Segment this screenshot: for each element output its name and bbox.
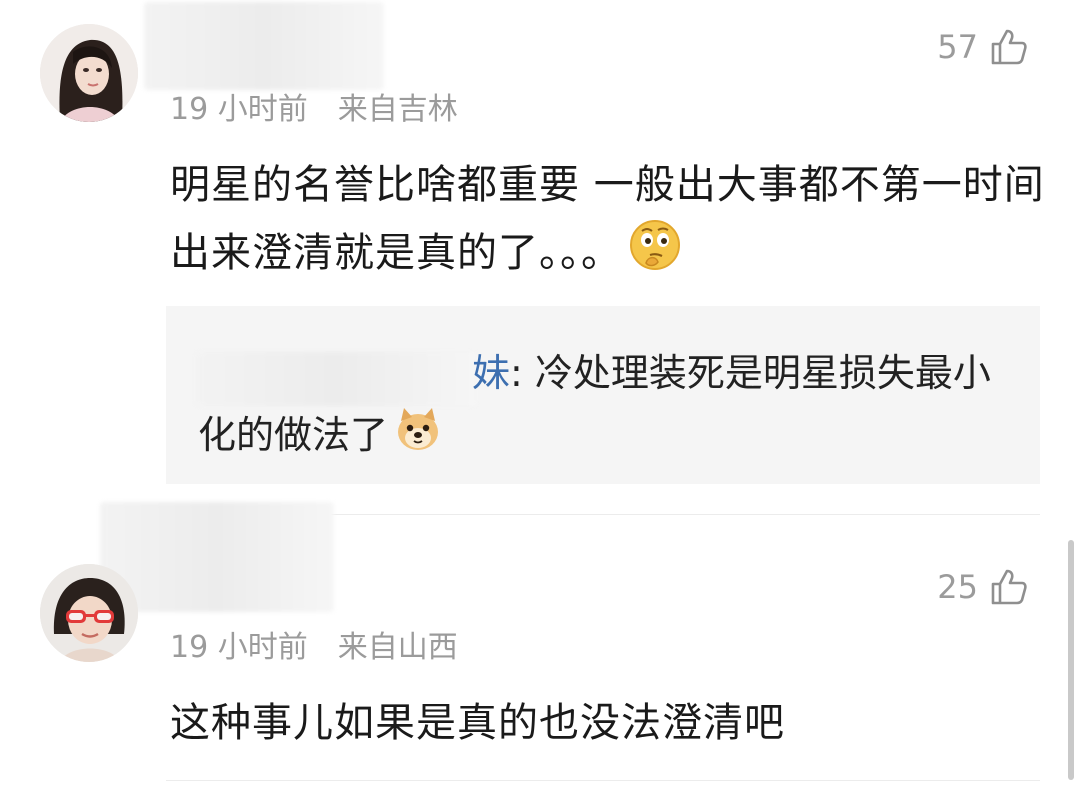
reply-box[interactable]: 妹: 冷处理装死是明星损失最小化的做法了 (166, 306, 1040, 484)
comment-text: 明星的名誉比啥都重要 一般出大事都不第一时间出来澄清就是真的了。。。 (170, 152, 1050, 292)
username-redacted (144, 2, 384, 90)
comment-time: 19 小时前 (170, 92, 308, 127)
scrollbar[interactable] (1068, 540, 1074, 780)
reply-content: 冷处理装死是明星损失最小化的做法了 (198, 351, 991, 457)
thinking-face-icon (628, 218, 682, 292)
like-button[interactable]: 25 (937, 568, 1028, 606)
comment-item: 19 小时前 来自吉林 57 明星的名誉比啥都重要 一般出大事都不第一时间出来澄清… (0, 0, 1080, 500)
reply-text: 妹: 冷处理装死是明星损失最小化的做法了 (198, 342, 998, 471)
doge-icon (394, 405, 442, 471)
comment-text-content: 这种事儿如果是真的也没法澄清吧 (170, 700, 785, 746)
thumbs-up-icon (991, 569, 1027, 605)
comment-meta: 19 小时前 来自吉林 (170, 84, 458, 128)
like-button[interactable]: 57 (937, 28, 1028, 66)
comment-location: 来自吉林 (337, 92, 458, 127)
like-count: 57 (937, 28, 978, 66)
like-count: 25 (937, 568, 978, 606)
reply-separator: : (510, 351, 535, 395)
comment-text: 这种事儿如果是真的也没法澄清吧 (170, 690, 1050, 756)
comment-time: 19 小时前 (170, 630, 308, 665)
avatar[interactable] (40, 24, 138, 122)
comment-text-content: 明星的名誉比啥都重要 一般出大事都不第一时间出来澄清就是真的了。。。 (170, 162, 1045, 276)
comment-location: 来自山西 (337, 630, 458, 665)
comment-divider (166, 780, 1040, 781)
comment-item: 19 小时前 来自山西 25 这种事儿如果是真的也没法澄清吧 (0, 500, 1080, 786)
avatar[interactable] (40, 564, 138, 662)
comment-meta: 19 小时前 来自山西 (170, 622, 458, 666)
reply-username-visible[interactable]: 妹 (472, 351, 510, 395)
thumbs-up-icon (991, 29, 1027, 65)
